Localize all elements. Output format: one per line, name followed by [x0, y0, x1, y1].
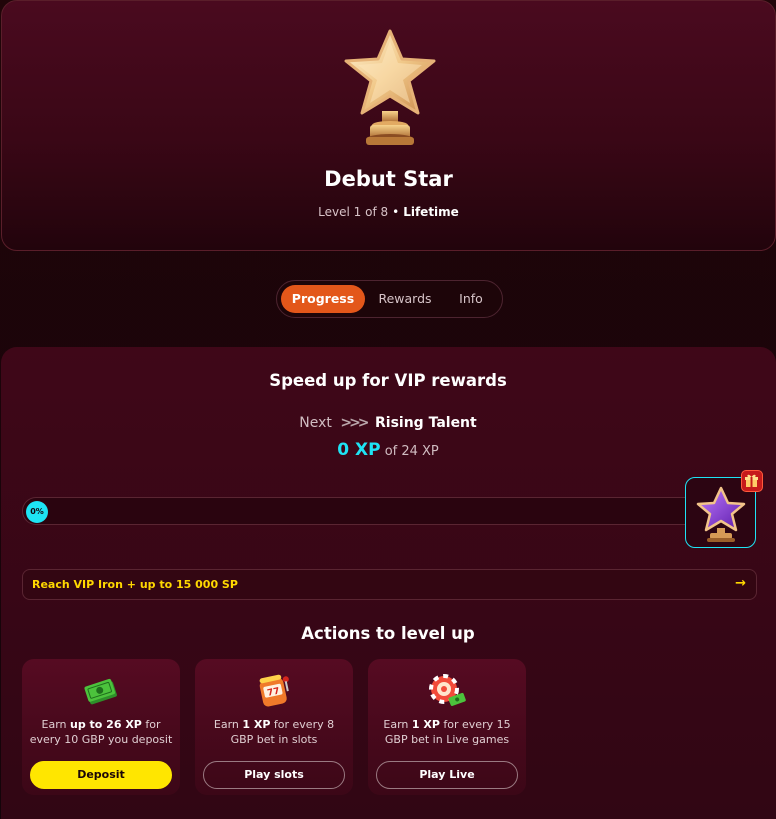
cash-stack-icon	[84, 678, 117, 705]
next-level-row: Next >>> Rising Talent	[0, 415, 776, 431]
action-card-deposit: Earn up to 26 XP for every 10 GBP you de…	[22, 659, 180, 795]
progress-title: Speed up for VIP rewards	[269, 371, 507, 390]
next-level-name: Rising Talent	[375, 415, 477, 431]
vip-page: Debut Star Level 1 of 8 • Lifetime Progres…	[0, 0, 776, 819]
xp-row: 0 XP of 24 XP	[0, 440, 776, 460]
vip-tabs: Progress Rewards Info	[276, 280, 503, 318]
level-subtitle: Level 1 of 8 • Lifetime	[2, 205, 775, 219]
xp-total: of 24 XP	[384, 444, 439, 459]
arrow-right-icon: →	[735, 576, 746, 591]
action-card-slots: 77 Earn 1 XP for every 8 GBP bet in slot…	[195, 659, 353, 795]
action-card-live: Earn 1 XP for every 15 GBP bet in Live g…	[368, 659, 526, 795]
action-card-text: Earn 1 XP for every 8 GBP bet in slots	[201, 717, 347, 747]
next-label: Next	[299, 415, 332, 431]
text-pre: Earn	[41, 718, 70, 731]
level-title: Debut Star	[324, 167, 453, 191]
text-pre: Earn	[383, 718, 412, 731]
tab-progress[interactable]: Progress	[281, 285, 365, 313]
xp-current: 0 XP	[337, 440, 381, 460]
text-bold: up to 26 XP	[70, 718, 142, 731]
level-count: Level 1 of 8	[318, 205, 389, 219]
text-bold: 1 XP	[411, 718, 440, 731]
gold-star-trophy-icon	[344, 29, 436, 145]
actions-title: Actions to level up	[301, 624, 475, 643]
deposit-button[interactable]: Deposit	[30, 761, 172, 789]
action-card-text: Earn 1 XP for every 15 GBP bet in Live g…	[374, 717, 520, 747]
separator-dot: •	[392, 205, 400, 219]
play-slots-button[interactable]: Play slots	[203, 761, 345, 789]
triple-chevron-icon: >>>	[340, 415, 369, 431]
gift-icon	[741, 470, 763, 492]
play-live-button[interactable]: Play Live	[376, 761, 518, 789]
text-bold: 1 XP	[242, 718, 271, 731]
vip-level-card: Debut Star Level 1 of 8 • Lifetime	[1, 0, 776, 251]
roulette-chip-icon	[429, 674, 466, 707]
text-pre: Earn	[213, 718, 243, 731]
reach-vip-banner[interactable]: Reach VIP Iron + up to 15 000 SP →	[22, 569, 757, 600]
action-card-text: Earn up to 26 XP for every 10 GBP you de…	[28, 717, 174, 747]
xp-progress-percent: 0%	[26, 501, 48, 523]
slot-machine-icon: 77	[259, 674, 289, 707]
tab-rewards[interactable]: Rewards	[369, 285, 441, 313]
level-period: Lifetime	[403, 205, 459, 219]
xp-progress-bar: 0%	[22, 497, 688, 525]
reach-vip-text: Reach VIP Iron + up to 15 000 SP	[32, 578, 238, 591]
tab-info[interactable]: Info	[447, 285, 495, 313]
